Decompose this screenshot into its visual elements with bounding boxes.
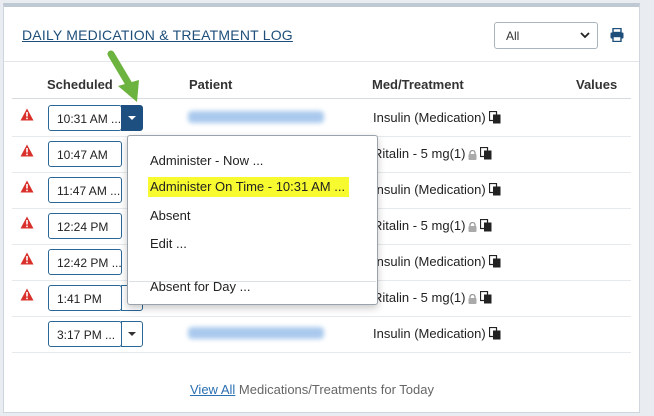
copy-icon[interactable] [488, 183, 501, 196]
medication-log-panel: DAILY MEDICATION & TREATMENT LOG All Sch… [3, 3, 640, 413]
scheduled-time-button[interactable]: 10:47 AM [48, 141, 122, 167]
column-header-values: Values [576, 77, 618, 92]
med-treatment-label: Insulin (Medication) [373, 254, 486, 269]
caret-down-icon [128, 332, 136, 336]
med-treatment-label: Insulin (Medication) [373, 182, 486, 197]
caret-down-icon [128, 116, 136, 120]
column-header-patient: Patient [189, 77, 233, 92]
view-all-footer: View All Medications/Treatments for Toda… [190, 382, 434, 397]
lock-icon [468, 294, 477, 304]
scheduled-time-button[interactable]: 10:31 AM ... [48, 105, 122, 131]
filter-select[interactable]: All [494, 22, 598, 49]
panel-title-link[interactable]: DAILY MEDICATION & TREATMENT LOG [22, 27, 293, 43]
time-dropdown-menu: Administer - Now ... Administer On Time … [127, 135, 378, 305]
copy-icon[interactable] [480, 147, 492, 160]
warning-icon [20, 252, 34, 265]
scheduled-time-button[interactable]: 1:41 PM [48, 285, 122, 311]
med-treatment-label: Ritalin - 5 mg(1) [373, 218, 466, 233]
copy-icon[interactable] [488, 255, 501, 268]
med-treatment-label: Insulin (Medication) [373, 326, 486, 341]
lock-icon [468, 222, 477, 232]
column-header-med-treatment: Med/Treatment [372, 77, 464, 92]
green-arrow-icon [107, 50, 139, 102]
scheduled-time-dropdown-toggle[interactable] [121, 321, 143, 347]
med-treatment-label: Ritalin - 5 mg(1) [373, 146, 466, 161]
warning-icon [20, 108, 34, 121]
scheduled-time-button[interactable]: 12:24 PM [48, 213, 122, 239]
chevron-down-icon [580, 32, 590, 39]
med-treatment-label: Ritalin - 5 mg(1) [373, 290, 466, 305]
copy-icon[interactable] [480, 219, 492, 232]
med-treatment-cell: Insulin (Medication) [373, 326, 501, 341]
med-treatment-cell: Insulin (Medication) [373, 254, 501, 269]
patient-name-link[interactable] [188, 111, 324, 123]
row-divider [12, 316, 631, 317]
med-treatment-cell: Insulin (Medication) [373, 182, 501, 197]
menu-item-administer-now[interactable]: Administer - Now ... [150, 153, 263, 168]
footer-text: Medications/Treatments for Today [235, 382, 434, 397]
scheduled-time-button[interactable]: 11:47 AM ... [48, 177, 122, 203]
menu-item-absent[interactable]: Absent [150, 208, 190, 223]
scheduled-time-button[interactable]: 3:17 PM ... [48, 321, 122, 347]
menu-item-administer-on-time[interactable]: Administer On Time - 10:31 AM ... [148, 177, 350, 197]
view-all-link[interactable]: View All [190, 382, 235, 397]
med-treatment-cell: Ritalin - 5 mg(1) [373, 146, 492, 161]
warning-icon [20, 144, 34, 157]
warning-icon [20, 180, 34, 193]
copy-icon[interactable] [488, 111, 501, 124]
column-header-scheduled: Scheduled [47, 77, 113, 92]
patient-name-link[interactable] [188, 327, 324, 339]
med-treatment-cell: Insulin (Medication) [373, 110, 501, 125]
scheduled-time-dropdown-toggle[interactable] [121, 105, 143, 131]
scheduled-time-button[interactable]: 12:42 PM ... [48, 249, 122, 275]
filter-value: All [506, 29, 520, 43]
header-divider [4, 61, 639, 62]
copy-icon[interactable] [480, 291, 492, 304]
med-treatment-cell: Ritalin - 5 mg(1) [373, 218, 492, 233]
warning-icon [20, 288, 34, 301]
printer-icon[interactable] [610, 28, 624, 42]
med-treatment-cell: Ritalin - 5 mg(1) [373, 290, 492, 305]
menu-item-absent-for-day[interactable]: Absent for Day ... [150, 279, 250, 294]
warning-icon [20, 216, 34, 229]
menu-item-edit[interactable]: Edit ... [150, 236, 187, 251]
row-divider [12, 352, 631, 353]
copy-icon[interactable] [488, 327, 501, 340]
med-treatment-label: Insulin (Medication) [373, 110, 486, 125]
lock-icon [468, 150, 477, 160]
